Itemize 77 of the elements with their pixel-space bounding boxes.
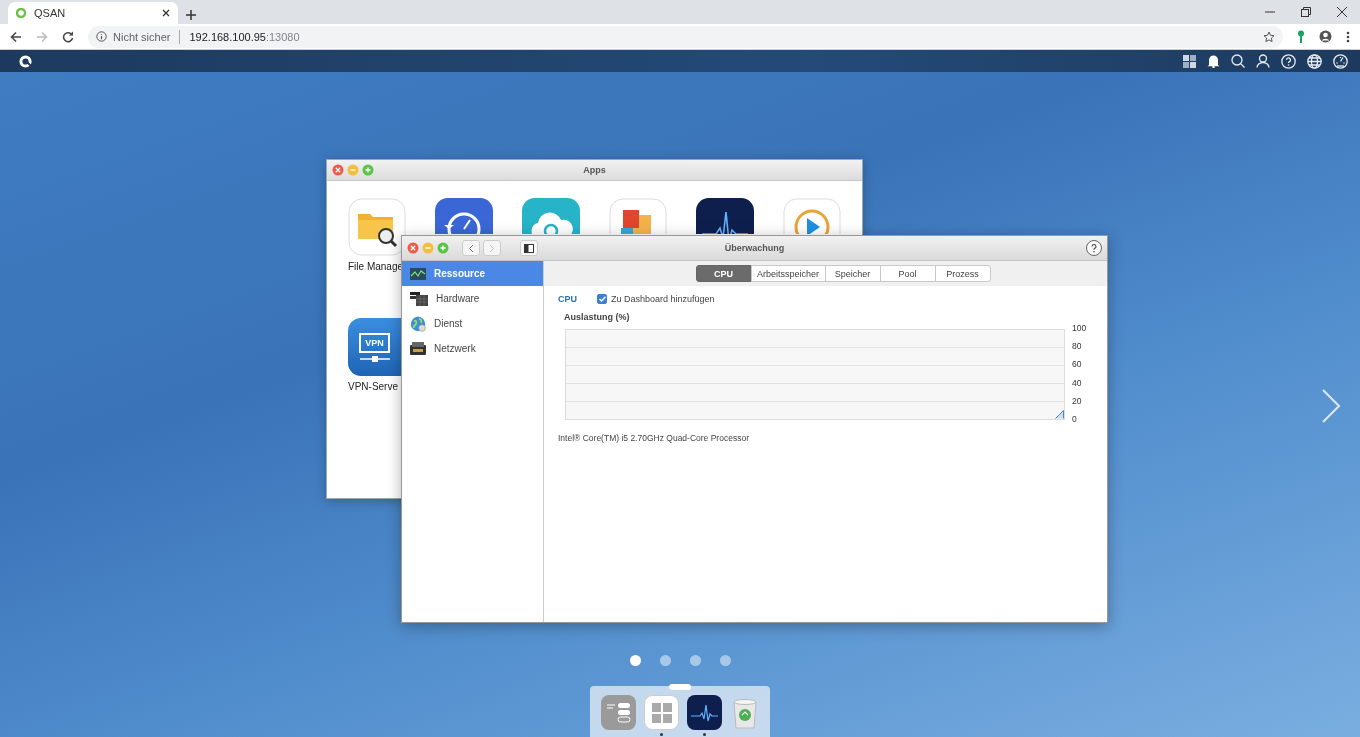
axis-tick-label: 60: [1072, 359, 1083, 370]
profile-icon[interactable]: [1319, 30, 1332, 43]
notification-icon[interactable]: [1207, 54, 1220, 68]
logo-icon: [19, 54, 32, 68]
grid-icon[interactable]: [1183, 54, 1196, 68]
back-button[interactable]: [462, 240, 480, 256]
chart-title: Auslastung (%): [564, 312, 631, 322]
dashboard-icon[interactable]: [1333, 53, 1348, 69]
checkbox[interactable]: [597, 294, 607, 304]
network-mark: [359, 355, 390, 362]
network-device-icon: [410, 342, 426, 355]
globe-icon: [410, 315, 426, 332]
app-label[interactable]: File Manage: [348, 261, 404, 272]
axis-tick-label: 0: [1072, 413, 1078, 424]
chart-icon: [410, 267, 426, 280]
user-icon[interactable]: [1256, 54, 1270, 68]
tab[interactable]: Speicher: [824, 265, 881, 282]
tab[interactable]: Prozess: [934, 265, 991, 282]
chevron-right-icon: [489, 243, 495, 253]
key-icon[interactable]: [1297, 29, 1305, 44]
help-button[interactable]: [1086, 240, 1102, 256]
site-icon: [16, 8, 26, 18]
star-icon[interactable]: [1263, 30, 1275, 43]
page-dot[interactable]: [689, 655, 701, 666]
menu-icon[interactable]: [1346, 30, 1350, 43]
folder-icon[interactable]: [348, 198, 406, 256]
sidebar-item[interactable]: Ressource: [402, 261, 543, 286]
sidebar-item[interactable]: Hardware: [402, 286, 543, 311]
back-icon[interactable]: [10, 30, 22, 43]
vpn-badge: VPN: [359, 332, 390, 353]
sidebar-item[interactable]: Netzwerk: [402, 336, 543, 361]
axis-tick-label: 20: [1072, 395, 1083, 406]
address-field[interactable]: Nicht sicher 192.168.100.95:13080: [88, 25, 1283, 48]
sidebar-toggle-button[interactable]: [520, 240, 538, 256]
tab[interactable]: CPU: [695, 265, 752, 282]
info-icon: [96, 31, 107, 42]
section-title: CPU: [558, 294, 577, 304]
new-tab-icon[interactable]: [186, 10, 196, 20]
page-dot[interactable]: [719, 655, 731, 666]
close-icon[interactable]: [1337, 7, 1347, 17]
axis-tick-label: 80: [1072, 341, 1083, 352]
axis-tick-label: 100: [1072, 323, 1087, 333]
blocks-icon[interactable]: [609, 198, 667, 234]
usage-line: [1055, 410, 1064, 419]
play-icon[interactable]: [783, 198, 841, 234]
globe-icon[interactable]: [1307, 53, 1322, 69]
axis-tick-label: 40: [1072, 377, 1083, 388]
app-label[interactable]: VPN-Serve: [348, 381, 398, 392]
hardware-icon: [410, 291, 428, 306]
help-icon[interactable]: [1281, 53, 1296, 69]
processor-name: Intel® Core(TM) i5 2.70GHz Quad-Core Processor: [558, 433, 750, 443]
page-dot[interactable]: [629, 655, 641, 666]
checkbox-label[interactable]: Zu Dashboard hinzufügen: [611, 294, 715, 304]
page-dot[interactable]: [659, 655, 671, 666]
dock-handle[interactable]: [669, 684, 691, 690]
apps-grid-icon[interactable]: [643, 695, 679, 730]
browser-tab[interactable]: QSAN: [8, 2, 178, 24]
sidebar-item[interactable]: Dienst: [402, 311, 543, 336]
check-icon: [598, 296, 606, 302]
help-icon: [1089, 243, 1099, 253]
reload-icon[interactable]: [62, 30, 74, 43]
panel-icon: [524, 243, 534, 253]
window-title: Apps: [583, 165, 606, 175]
tab[interactable]: Arbeitsspeicher: [750, 265, 826, 282]
close-icon[interactable]: [162, 9, 170, 17]
gauge-icon[interactable]: [435, 198, 493, 234]
tab[interactable]: Pool: [879, 265, 936, 282]
search-icon[interactable]: [1231, 54, 1245, 68]
chevron-left-icon: [468, 243, 474, 253]
heartbeat-icon[interactable]: [686, 695, 722, 730]
toggles-icon[interactable]: [600, 695, 636, 730]
heartbeat-icon[interactable]: [696, 198, 754, 234]
chevron-right-icon[interactable]: [1320, 388, 1342, 424]
window-title: Überwachung: [724, 243, 785, 253]
vpn-icon[interactable]: VPN: [348, 318, 401, 376]
restore-icon[interactable]: [1301, 7, 1311, 17]
cloud-icon[interactable]: [522, 198, 580, 234]
